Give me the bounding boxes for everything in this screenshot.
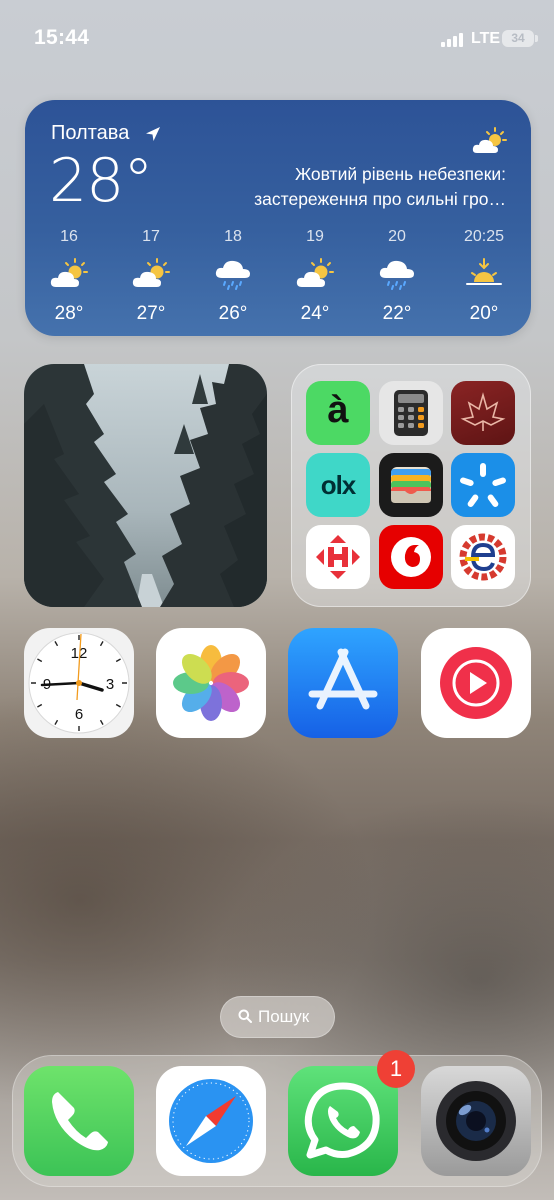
forecast-time: 16	[60, 228, 78, 245]
partly-sunny-icon	[296, 258, 334, 287]
forecast-item: 20 22°	[367, 228, 427, 325]
camera-icon[interactable]	[421, 1066, 531, 1176]
forecast-temp: 26°	[218, 303, 248, 324]
battery-level: 34	[511, 31, 525, 45]
kyivstar-icon[interactable]	[451, 453, 515, 517]
clock-number-3: 3	[106, 676, 114, 693]
rain-icon	[215, 260, 250, 290]
forecast-time: 20	[388, 228, 406, 245]
e-gear-app-icon[interactable]	[451, 525, 515, 589]
forecast-item: 18 26°	[203, 228, 263, 325]
signal-icon	[441, 33, 465, 47]
partly-sunny-icon	[50, 258, 88, 287]
forecast-time: 20:25	[463, 228, 505, 245]
search-label: Пошук	[258, 1007, 310, 1026]
weather-alert-line2: застереження про сильні гро…	[254, 189, 506, 209]
safari-icon[interactable]	[156, 1066, 266, 1176]
weather-alert-line1: Жовтий рівень небезпеки:	[294, 164, 506, 184]
maple-leaf-app-icon[interactable]	[451, 381, 515, 445]
wallet-icon[interactable]	[379, 453, 443, 517]
fir-trees-photo	[24, 364, 267, 607]
app-folder-widget[interactable]: à olx	[291, 364, 531, 607]
forecast-time: 18	[224, 228, 242, 245]
forecast-item: 20:25 20°	[449, 228, 519, 325]
clock-app-icon[interactable]: 12 3 6 9	[24, 628, 134, 738]
forecast-item: 17 27°	[121, 228, 181, 325]
weather-widget[interactable]: Полтава 28° Жовтий рівень небезпеки: зас…	[25, 100, 531, 336]
forecast-temp: 22°	[382, 303, 412, 324]
clock-number-6: 6	[75, 706, 83, 723]
forecast-time: 17	[142, 228, 160, 245]
weather-temperature: 28°	[49, 146, 153, 216]
phone-icon[interactable]	[24, 1066, 134, 1176]
battery-icon: 34	[502, 30, 534, 47]
photo-widget[interactable]	[24, 364, 267, 607]
olx-glyph: olx	[320, 470, 357, 500]
whatsapp-icon[interactable]	[288, 1066, 398, 1176]
partly-sunny-icon	[132, 258, 170, 287]
battery-tip	[535, 35, 538, 42]
forecast-time: 19	[306, 228, 324, 245]
a-green-app-icon[interactable]: à	[306, 381, 370, 445]
forecast-temp: 27°	[136, 303, 166, 324]
weather-city: Полтава	[51, 122, 130, 144]
photos-icon[interactable]	[156, 628, 266, 738]
partly-sunny-icon	[472, 127, 507, 153]
search-button[interactable]: Пошук	[220, 996, 335, 1038]
sunset-icon	[466, 258, 502, 285]
status-bar: 15:44 LTE 34	[0, 0, 554, 80]
calculator-icon[interactable]	[379, 381, 443, 445]
location-arrow-icon	[146, 127, 160, 141]
forecast-item: 19 24°	[285, 228, 345, 325]
clock-icon: 12 3 6 9	[28, 632, 130, 734]
search-icon	[238, 1009, 252, 1023]
hourly-forecast: 16 28° 17 27° 18 26° 19 24° 20 22° 20:25…	[43, 228, 517, 324]
rain-icon	[379, 260, 414, 290]
nova-poshta-icon[interactable]	[306, 525, 370, 589]
forecast-temp: 20°	[469, 303, 499, 324]
app-store-icon[interactable]	[288, 628, 398, 738]
forecast-temp: 24°	[300, 303, 330, 324]
forecast-item: 16 28°	[39, 228, 99, 325]
forecast-temp: 28°	[54, 303, 84, 324]
a-green-app-glyph: à	[327, 389, 349, 431]
status-time: 15:44	[34, 26, 90, 49]
vodafone-icon[interactable]	[379, 525, 443, 589]
notification-badge: 1	[377, 1050, 415, 1088]
youtube-music-icon[interactable]	[421, 628, 531, 738]
weather-alert: Жовтий рівень небезпеки: застереження пр…	[186, 162, 506, 212]
network-label: LTE	[471, 30, 501, 47]
olx-app-icon[interactable]: olx	[306, 453, 370, 517]
